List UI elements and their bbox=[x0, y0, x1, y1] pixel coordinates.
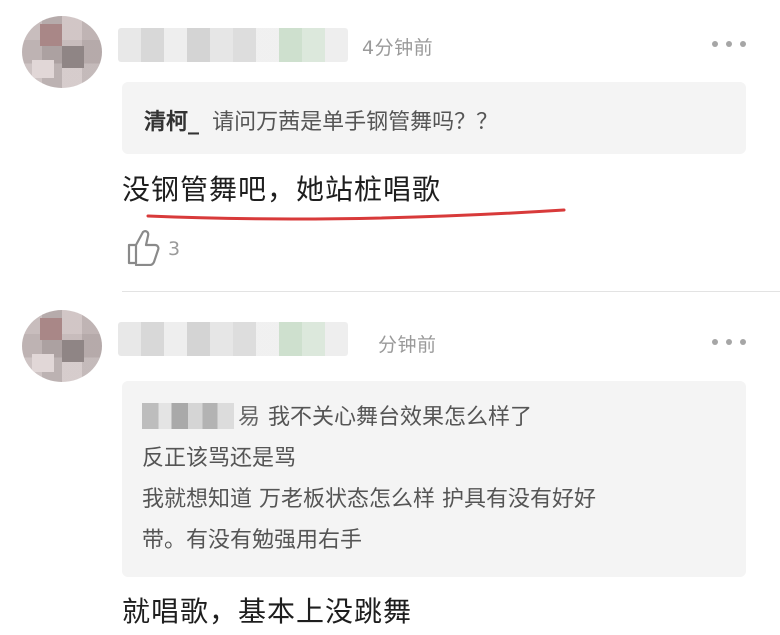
quoted-author-tail: 易 bbox=[238, 405, 261, 430]
more-dot bbox=[712, 339, 718, 345]
quoted-line: 我就想知道 万老板状态怎么样 护具有没有好好 bbox=[142, 487, 596, 512]
more-options-icon[interactable] bbox=[712, 338, 746, 346]
quoted-author-blurred[interactable] bbox=[142, 403, 234, 429]
username-blurred[interactable] bbox=[118, 322, 348, 356]
quoted-line: 反正该骂还是骂 bbox=[142, 446, 297, 471]
more-dot bbox=[740, 339, 746, 345]
avatar-pixel bbox=[62, 340, 84, 362]
avatar-pixel bbox=[40, 318, 62, 340]
comment-time: 分钟前 bbox=[378, 334, 437, 356]
quoted-comment[interactable]: 易我不关心舞台效果怎么样了 反正该骂还是骂 我就想知道 万老板状态怎么样 护具有… bbox=[122, 381, 746, 577]
avatar[interactable] bbox=[22, 310, 102, 382]
comment-item: 分钟前 易我不关心舞台效果怎么样了 反正该骂还是骂 我就想知道 万老板状态怎么样… bbox=[0, 0, 780, 628]
quoted-line: 易我不关心舞台效果怎么样了 bbox=[142, 397, 726, 438]
quoted-text: 我不关心舞台效果怎么样了 bbox=[268, 405, 533, 430]
reply-text: 就唱歌，基本上没跳舞 bbox=[122, 595, 413, 628]
more-dot bbox=[726, 339, 732, 345]
avatar-pixel bbox=[32, 354, 54, 372]
quoted-line: 带。有没有勉强用右手 bbox=[142, 528, 363, 553]
